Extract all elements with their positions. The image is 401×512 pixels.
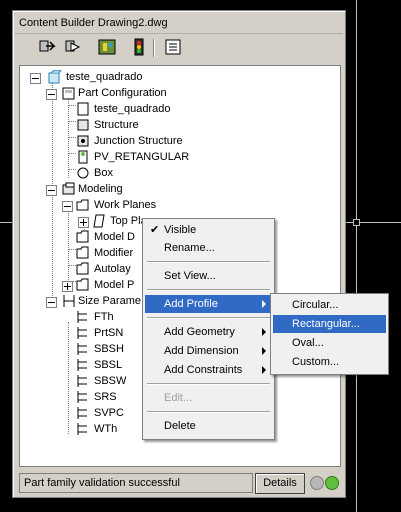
folder-icon (76, 278, 89, 291)
window-title: Content Builder Drawing2.dwg (19, 17, 168, 29)
expand-icon[interactable] (78, 217, 89, 228)
tree-node-part-configuration[interactable]: Part Configuration (46, 86, 246, 102)
box-icon (77, 167, 89, 179)
menu-item-add-geometry[interactable]: Add Geometry (145, 323, 272, 341)
menu-item-set-view[interactable]: Set View... (145, 267, 272, 285)
menu-item-add-dimension[interactable]: Add Dimension (145, 342, 272, 360)
tree-label: Modifier (94, 247, 134, 259)
part-open-icon[interactable] (63, 37, 83, 57)
tree-label: FTh (94, 311, 114, 323)
tree-label: SRS (94, 391, 117, 403)
part-icon[interactable] (37, 37, 57, 57)
tree-node-pc-item[interactable]: Junction Structure (76, 134, 276, 150)
parameter-icon (77, 311, 87, 323)
part-family-icon (48, 70, 62, 84)
part-configuration-icon (62, 87, 75, 100)
crosshair-vertical-line (356, 0, 357, 512)
tree-node-pc-item[interactable]: PV_RETANGULAR (76, 150, 276, 166)
tree-label: Autolay (94, 263, 131, 275)
tree-node-pc-item[interactable]: Structure (76, 118, 276, 134)
tree-label: teste_quadrado (66, 71, 143, 83)
expand-icon[interactable] (62, 281, 73, 292)
collapse-icon[interactable] (62, 201, 73, 212)
collapse-icon[interactable] (46, 297, 57, 308)
tree-label: Part Configuration (78, 87, 167, 99)
tree-node-pc-item[interactable]: Box (76, 166, 276, 182)
context-menu: ✔ Visible Rename... Set View... Add Prof… (142, 218, 275, 440)
structure-icon (77, 119, 89, 131)
parameter-icon (77, 423, 87, 435)
title-bar[interactable]: Content Builder Drawing2.dwg (15, 13, 343, 34)
tree-label: SBSL (94, 359, 123, 371)
add-profile-submenu: Circular... Rectangular... Oval... Custo… (270, 293, 389, 375)
submenu-arrow-icon (262, 300, 266, 308)
menu-item-visible[interactable]: ✔ Visible (145, 221, 272, 239)
collapse-icon[interactable] (30, 73, 41, 84)
folder-icon (76, 246, 89, 259)
folder-icon (76, 230, 89, 243)
status-text: Part family validation successful (19, 473, 253, 493)
tree-label: SBSW (94, 375, 127, 387)
tree-node-pc-item[interactable]: teste_quadrado (76, 102, 276, 118)
tree-label: Model D (94, 231, 135, 243)
tree-node-root[interactable]: teste_quadrado (30, 70, 230, 86)
tree-label: Junction Structure (94, 135, 183, 147)
menu-item-rename[interactable]: Rename... (145, 239, 272, 257)
menu-item-delete[interactable]: Delete (145, 417, 272, 435)
tree-label: PrtSN (94, 327, 124, 339)
list-icon[interactable] (163, 37, 183, 57)
size-parameters-icon (63, 295, 75, 307)
parameter-icon (77, 407, 87, 419)
submenu-item-circular[interactable]: Circular... (273, 296, 386, 314)
junction-structure-icon (77, 135, 89, 147)
modeling-icon (62, 182, 75, 195)
tree-node-work-planes[interactable]: Work Planes (62, 198, 262, 214)
submenu-item-oval[interactable]: Oval... (273, 334, 386, 352)
parameter-icon (77, 375, 87, 387)
parameter-icon (77, 359, 87, 371)
folder-icon (76, 262, 89, 275)
tree-label: Box (94, 167, 113, 179)
tree-label: Model P (94, 279, 135, 291)
tree-label: SBSH (94, 343, 124, 355)
submenu-item-rectangular[interactable]: Rectangular... (273, 315, 386, 333)
parameter-icon (77, 391, 87, 403)
parameter-icon (77, 343, 87, 355)
toolbar (23, 37, 203, 59)
tree-label: Work Planes (94, 199, 157, 211)
tree-label: PV_RETANGULAR (94, 151, 190, 163)
traffic-light-icon[interactable] (129, 37, 149, 57)
collapse-icon[interactable] (46, 185, 57, 196)
work-plane-icon (93, 214, 105, 228)
status-green-indicator-icon (325, 476, 339, 490)
status-gray-indicator-icon (310, 476, 324, 490)
menu-item-add-constraints[interactable]: Add Constraints (145, 361, 272, 379)
status-bar: Part family validation successful Detail… (17, 472, 341, 494)
parameter-icon (77, 327, 87, 339)
menu-item-add-profile[interactable]: Add Profile (145, 295, 272, 313)
tree-label: SVPC (94, 407, 124, 419)
tree-label: Modeling (78, 183, 123, 195)
tree-node-modeling[interactable]: Modeling (46, 182, 246, 198)
submenu-arrow-icon (262, 328, 266, 336)
crosshair-marker (353, 219, 360, 226)
tree-label: teste_quadrado (94, 103, 171, 115)
details-button[interactable]: Details (255, 473, 305, 494)
crosshair-horizontal-line (0, 222, 12, 223)
checkmark-icon: ✔ (150, 224, 160, 236)
collapse-icon[interactable] (46, 89, 57, 100)
validate-icon[interactable] (97, 37, 117, 57)
submenu-item-custom[interactable]: Custom... (273, 353, 386, 371)
tree-label: WTh (94, 423, 118, 435)
menu-item-edit: Edit... (164, 392, 193, 404)
tree-label: Size Parame (78, 295, 141, 307)
tree-label: Structure (94, 119, 139, 131)
manhole-icon (78, 150, 88, 164)
folder-open-icon (76, 199, 89, 211)
submenu-arrow-icon (262, 347, 266, 355)
submenu-arrow-icon (262, 366, 266, 374)
document-icon (77, 102, 89, 116)
